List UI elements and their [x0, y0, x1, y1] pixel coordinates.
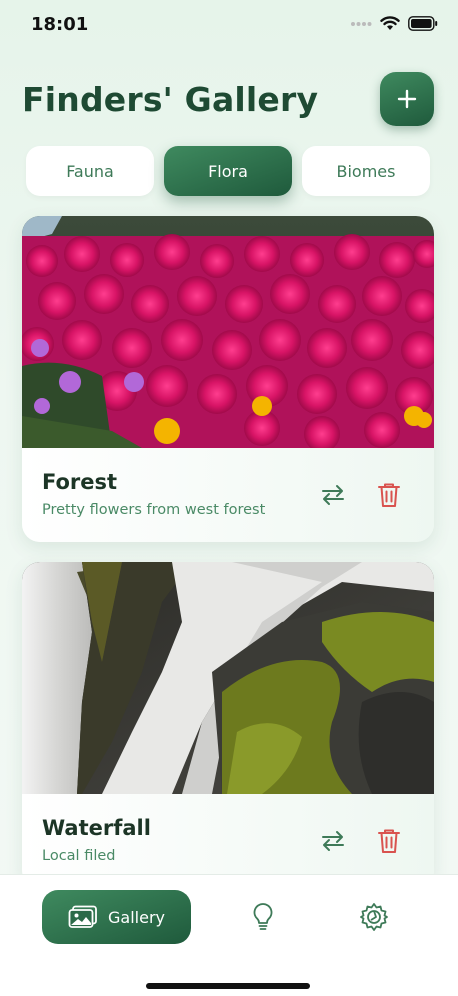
trash-icon: [378, 483, 400, 507]
wifi-icon: [380, 16, 400, 30]
card-image: [22, 216, 434, 448]
nav-gallery-label: Gallery: [108, 907, 165, 927]
lightbulb-icon: [253, 903, 273, 930]
swap-button[interactable]: [318, 826, 348, 856]
waterfall-moss-photo: [22, 562, 434, 794]
bottom-nav: Gallery: [0, 874, 458, 996]
gallery-icon: [68, 905, 97, 928]
pink-flowers-photo: [22, 216, 434, 448]
nav-settings[interactable]: [359, 902, 389, 932]
tab-fauna[interactable]: Fauna: [26, 146, 154, 196]
card-image: [22, 562, 434, 794]
status-icons: [350, 16, 438, 31]
card-footer: Forest Pretty flowers from west forest: [22, 448, 434, 542]
home-indicator: [146, 983, 310, 989]
status-time: 18:01: [31, 14, 89, 35]
gallery-card[interactable]: Waterfall Local filed: [22, 562, 434, 888]
trash-icon: [378, 829, 400, 853]
status-bar: 18:01: [0, 0, 458, 52]
dots-icon: [351, 21, 372, 26]
swap-button[interactable]: [318, 480, 348, 510]
card-description: Local filed: [42, 848, 116, 864]
page-title: Finders' Gallery: [22, 80, 319, 119]
delete-button[interactable]: [374, 480, 404, 510]
card-title: Waterfall: [42, 816, 151, 840]
nav-gallery[interactable]: Gallery: [42, 890, 191, 944]
nav-ideas[interactable]: [248, 902, 278, 932]
category-tabs: Fauna Flora Biomes: [26, 146, 430, 196]
swap-arrows-icon: [322, 831, 344, 851]
card-description: Pretty flowers from west forest: [42, 502, 266, 518]
battery-icon: [408, 16, 438, 31]
delete-button[interactable]: [374, 826, 404, 856]
gallery-card[interactable]: Forest Pretty flowers from west forest: [22, 216, 434, 542]
swap-arrows-icon: [322, 485, 344, 505]
tab-biomes[interactable]: Biomes: [302, 146, 430, 196]
settings-icon: [360, 903, 388, 931]
plus-icon: [397, 89, 417, 109]
card-title: Forest: [42, 470, 118, 494]
tab-flora[interactable]: Flora: [164, 146, 292, 196]
add-button[interactable]: [380, 72, 434, 126]
